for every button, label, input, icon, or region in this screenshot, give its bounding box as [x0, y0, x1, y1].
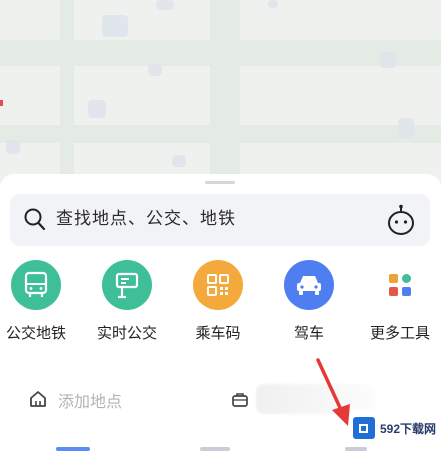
red-arrow-icon: [312, 358, 354, 432]
map-poi: [380, 52, 396, 68]
map-poi: [148, 64, 162, 76]
watermark: 592下载网: [352, 410, 441, 446]
tab-indicator: [56, 447, 90, 451]
map-poi: [6, 140, 20, 154]
tool-grid: 公交地铁 实时公交 乘车码 驾车 更多工具: [0, 260, 441, 350]
map-poi: [172, 155, 186, 167]
map-poi: [268, 0, 278, 8]
map-road: [210, 0, 240, 185]
map-poi: [88, 100, 106, 118]
more-tools-grid-icon: [375, 260, 425, 310]
tool-realtime-bus[interactable]: 实时公交: [84, 260, 170, 342]
map-marker: [0, 100, 3, 106]
search-icon: [24, 208, 46, 236]
add-place-label[interactable]: 添加地点: [58, 388, 122, 412]
watermark-text: 592下载网: [380, 421, 437, 436]
tool-label: 公交地铁: [5, 324, 66, 342]
bottom-tab-bar-partial: [0, 447, 441, 455]
briefcase-icon[interactable]: [232, 392, 248, 411]
map-poi: [102, 15, 128, 37]
tool-ride-code[interactable]: 乘车码: [175, 260, 261, 342]
qr-code-icon: [193, 260, 243, 310]
search-bar[interactable]: 查找地点、公交、地铁: [10, 194, 430, 246]
tool-label: 乘车码: [195, 324, 241, 342]
search-placeholder: 查找地点、公交、地铁: [56, 209, 236, 229]
map-poi: [398, 118, 414, 138]
tool-bus-metro[interactable]: 公交地铁: [0, 260, 79, 342]
map-poi: [156, 0, 174, 10]
home-icon[interactable]: [29, 390, 47, 412]
tool-more[interactable]: 更多工具: [357, 260, 441, 342]
tool-label: 实时公交: [96, 324, 157, 342]
robot-assistant-icon[interactable]: [386, 204, 416, 240]
tool-label: 更多工具: [369, 324, 430, 342]
map-view[interactable]: [0, 0, 441, 185]
tab-hint: [345, 447, 367, 451]
watermark-logo-icon: [353, 417, 375, 439]
drag-handle[interactable]: [205, 181, 235, 184]
tool-label: 驾车: [293, 324, 324, 342]
bus-stop-sign-icon: [102, 260, 152, 310]
bus-icon: [11, 260, 61, 310]
map-road: [60, 0, 74, 185]
car-icon: [284, 260, 334, 310]
tool-drive[interactable]: 驾车: [266, 260, 352, 342]
tab-hint: [200, 447, 230, 451]
